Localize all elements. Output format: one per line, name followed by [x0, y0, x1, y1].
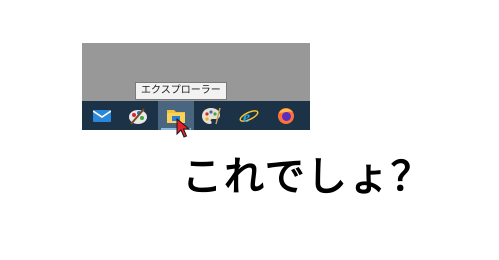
- taskbar-button-palette[interactable]: [193, 101, 229, 130]
- internet-explorer-icon: e: [239, 107, 259, 125]
- svg-text:e: e: [243, 109, 250, 125]
- caption-text: これでしょ？: [182, 154, 433, 200]
- palette-icon: [201, 107, 221, 125]
- taskbar-button-firefox[interactable]: [268, 101, 304, 130]
- mail-icon: [93, 109, 111, 123]
- paint-icon: [128, 107, 148, 125]
- taskbar-button-internet-explorer[interactable]: e: [231, 101, 267, 130]
- mouse-cursor-icon: [176, 118, 190, 138]
- firefox-icon: [277, 107, 295, 125]
- tooltip: エクスプローラー: [135, 82, 227, 100]
- taskbar-button-paint[interactable]: [120, 101, 156, 130]
- taskbar-button-mail[interactable]: [84, 101, 120, 130]
